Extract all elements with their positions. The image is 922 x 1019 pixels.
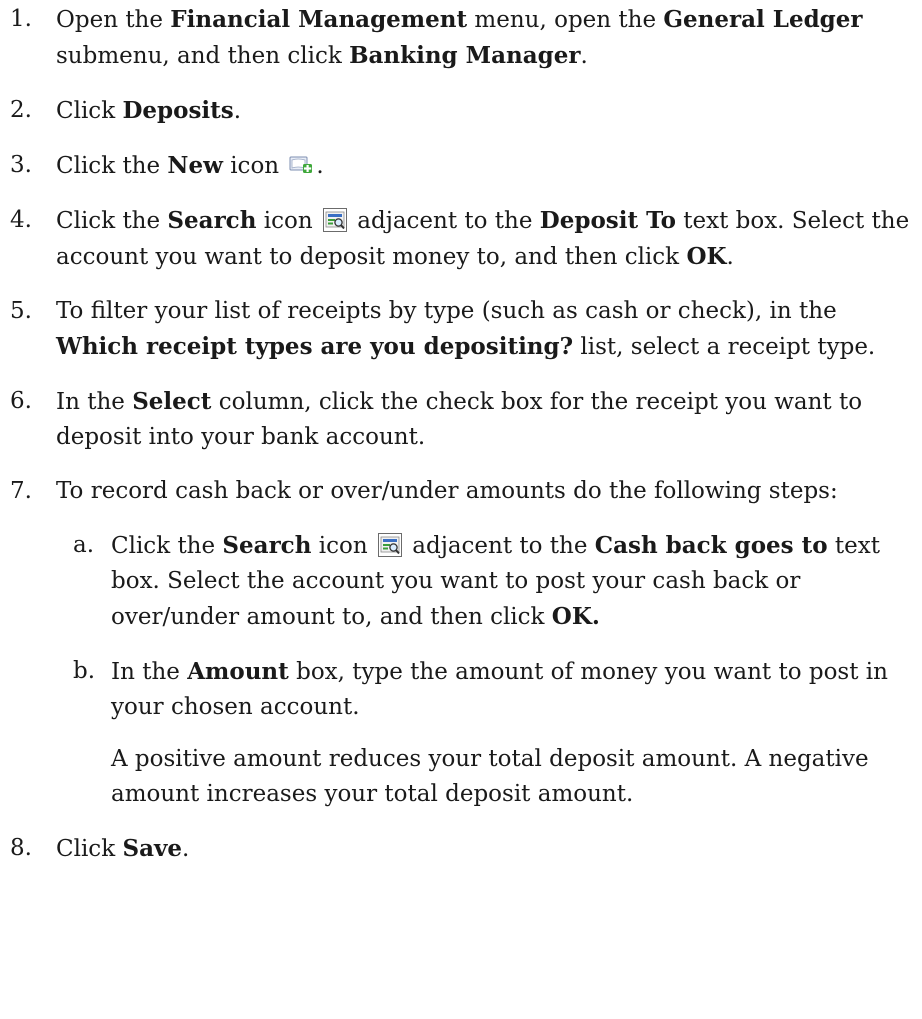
ui-term: Select	[132, 388, 212, 415]
step-text: .	[233, 98, 242, 124]
ui-term: Search	[222, 532, 312, 559]
step-text: In the	[111, 659, 188, 685]
substep-letter: a.	[73, 532, 95, 558]
ui-term: Banking Manager	[349, 42, 581, 69]
step-number: 2.	[10, 97, 32, 123]
ui-term: Amount	[187, 658, 289, 685]
step-number: 7.	[10, 478, 32, 504]
step-text: .	[181, 836, 190, 862]
ui-term: OK.	[551, 603, 600, 630]
substep-letter: b.	[73, 658, 96, 684]
step-text: adjacent to the	[349, 208, 540, 234]
step-text: Click the	[56, 153, 168, 179]
step-item: 6. In the Select column, click the check …	[0, 384, 922, 455]
new-icon	[289, 153, 313, 177]
ui-term: Save	[122, 835, 182, 862]
step-text: Click	[56, 98, 123, 124]
procedure-steps: 1. Open the Financial Management menu, op…	[0, 2, 922, 886]
step-text: In the	[56, 389, 133, 415]
step-text: menu, open the	[467, 7, 664, 33]
step-text: To filter your list of receipts by type …	[56, 298, 837, 324]
search-icon	[378, 533, 402, 557]
step-item: 8. Click Save.	[0, 831, 922, 867]
ui-term: Deposit To	[539, 207, 676, 234]
step-text: .	[316, 153, 324, 179]
step-item: 4. Click the Search icon adjacent to the …	[0, 203, 922, 275]
step-text: submenu, and then click	[56, 43, 350, 69]
step-text: To record cash back or over/under amount…	[56, 478, 838, 504]
ui-term: New	[167, 152, 223, 179]
step-number: 3.	[10, 152, 32, 178]
step-number: 4.	[10, 207, 32, 233]
step-item: 3. Click the New icon .	[0, 148, 922, 184]
step-number: 8.	[10, 835, 32, 861]
step-body: To filter your list of receipts by type …	[56, 294, 922, 365]
substep-list: a. Click the Search icon adjacent to the …	[56, 528, 922, 812]
step-text: icon	[222, 153, 287, 179]
step-body: Click Deposits.	[56, 93, 922, 129]
step-text: .	[580, 43, 588, 69]
step-text: Click the	[56, 208, 168, 234]
step-body: Click the New icon .	[56, 148, 922, 184]
step-text: adjacent to the	[404, 533, 595, 559]
search-icon	[323, 208, 347, 232]
step-number: 6.	[10, 388, 32, 414]
step-number: 1.	[10, 6, 32, 32]
step-body: In the Select column, click the check bo…	[56, 384, 922, 455]
step-body: To record cash back or over/under amount…	[56, 474, 922, 509]
step-text: icon	[311, 533, 375, 559]
step-text: Click	[56, 836, 123, 862]
step-text: .	[726, 244, 734, 270]
ui-term: Cash back goes to	[594, 532, 828, 559]
step-text: Open the	[56, 7, 171, 33]
step-item: 7. To record cash back or over/under amou…	[0, 474, 922, 812]
substep-body: In the Amount box, type the amount of mo…	[111, 654, 922, 725]
step-body: Click Save.	[56, 831, 922, 867]
ui-term: OK	[686, 243, 727, 270]
step-number: 5.	[10, 298, 32, 324]
step-text: icon	[256, 208, 320, 234]
ui-term: Deposits	[122, 97, 234, 124]
ui-term: Which receipt types are you depositing?	[56, 333, 574, 360]
ui-term: Search	[167, 207, 257, 234]
step-item: 5. To filter your list of receipts by typ…	[0, 294, 922, 365]
step-item: 1. Open the Financial Management menu, op…	[0, 2, 922, 74]
step-text: Click the	[111, 533, 223, 559]
substep-item: a. Click the Search icon adjacent to the …	[56, 528, 922, 635]
ui-term: Financial Management	[170, 6, 468, 33]
step-item: 2. Click Deposits.	[0, 93, 922, 129]
substep-note: A positive amount reduces your total dep…	[111, 746, 869, 807]
step-body: Click the Search icon adjacent to the De…	[56, 203, 922, 275]
step-body: Open the Financial Management menu, open…	[56, 2, 922, 74]
ui-term: General Ledger	[663, 6, 863, 33]
substep-item: b. In the Amount box, type the amount of …	[56, 654, 922, 812]
step-text: list, select a receipt type.	[573, 334, 876, 360]
substep-body: Click the Search icon adjacent to the Ca…	[111, 528, 922, 635]
